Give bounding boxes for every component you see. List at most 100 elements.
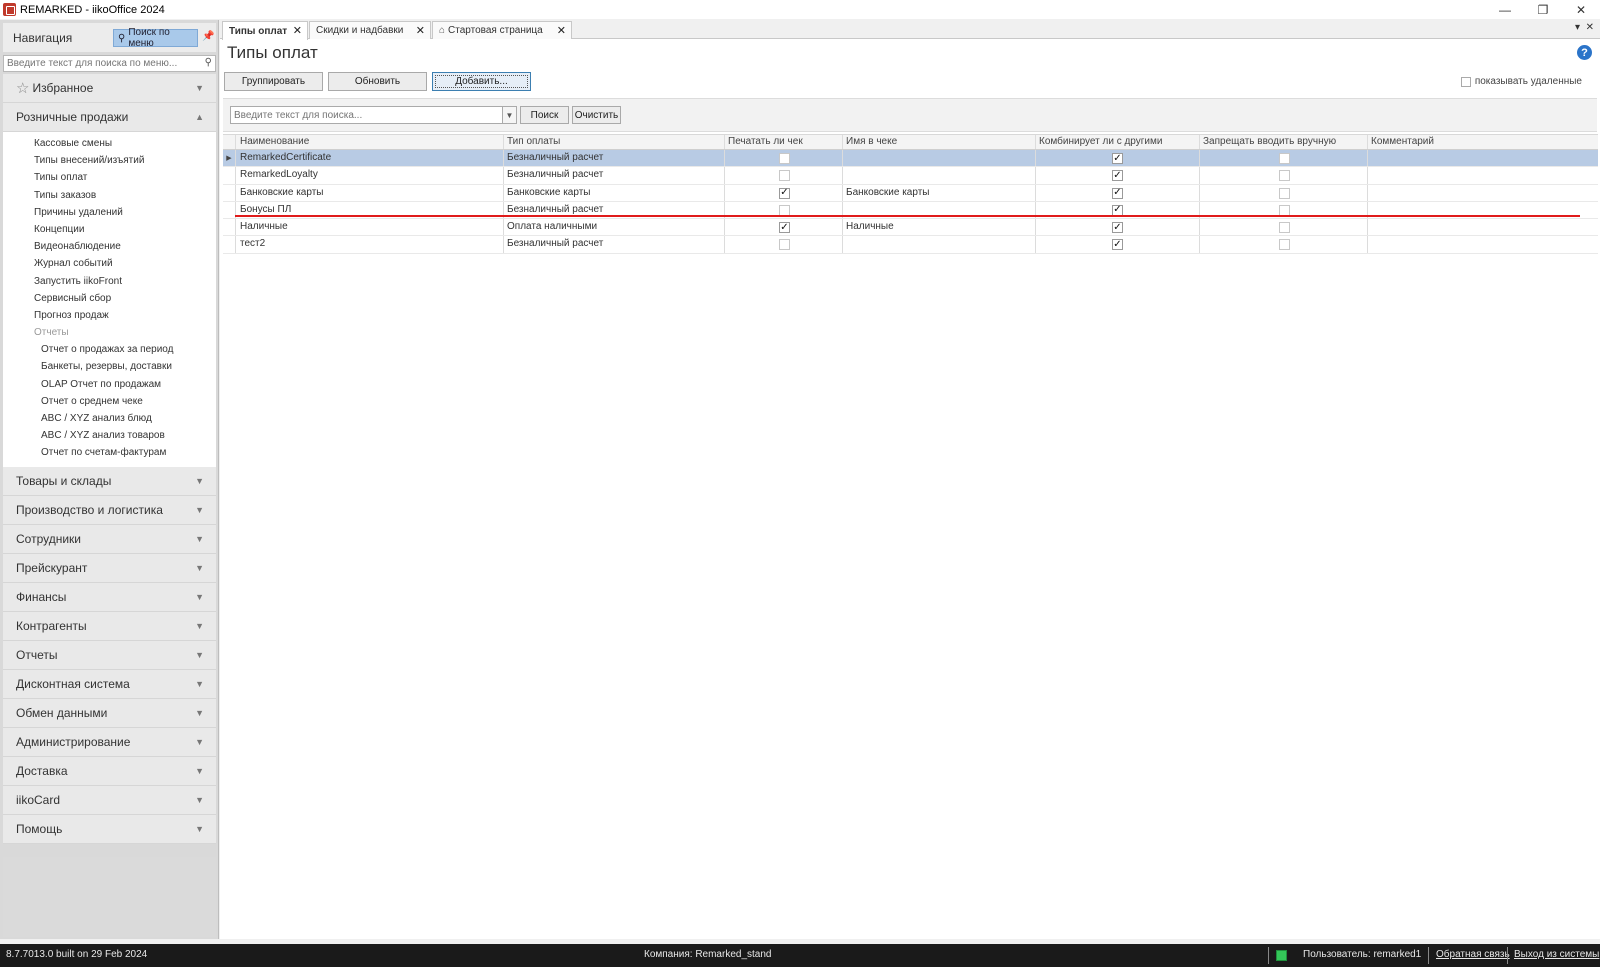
cell-comment[interactable] xyxy=(1368,185,1597,201)
cell-receipt-name[interactable]: Наличные xyxy=(843,219,1036,236)
checkbox-checked[interactable]: ✓ xyxy=(1112,170,1123,182)
checkbox-checked[interactable]: ✓ xyxy=(1112,153,1123,164)
checkbox-unchecked[interactable] xyxy=(779,170,790,182)
cell-name[interactable]: Банковские карты xyxy=(237,184,504,201)
cell-print[interactable] xyxy=(725,236,843,253)
cell-forbid-manual[interactable] xyxy=(1200,184,1368,201)
cell-combine[interactable]: ✓ xyxy=(1036,184,1200,201)
section-collapsed[interactable]: Контрагенты ▼ xyxy=(3,611,216,641)
cell-combine[interactable]: ✓ xyxy=(1036,236,1200,253)
pin-icon[interactable]: 📌 xyxy=(202,31,214,42)
help-icon[interactable]: ? xyxy=(1577,45,1592,60)
checkbox-checked[interactable]: ✓ xyxy=(779,222,790,234)
checkbox-checked[interactable]: ✓ xyxy=(1112,222,1123,234)
nav-item[interactable]: Прогноз продаж xyxy=(3,307,216,324)
nav-item[interactable]: Типы заказов xyxy=(3,187,216,204)
cell-forbid-manual[interactable] xyxy=(1200,219,1368,236)
restore-button[interactable]: ❐ xyxy=(1524,0,1562,19)
table-row[interactable]: Наличные Оплата наличными ✓ Наличные ✓ xyxy=(223,219,1598,237)
column-header-type[interactable]: Тип оплаты xyxy=(504,135,725,149)
nav-search-input[interactable] xyxy=(4,58,194,69)
nav-item[interactable]: ABC / XYZ анализ блюд xyxy=(3,410,216,427)
column-header-combine[interactable]: Комбинирует ли с другими xyxy=(1036,135,1200,149)
nav-item[interactable]: Видеонаблюдение xyxy=(3,238,216,255)
cell-print[interactable]: ✓ xyxy=(725,219,843,236)
checkbox-unchecked[interactable] xyxy=(1279,170,1290,182)
tab-list-dropdown-icon[interactable]: ▾ xyxy=(1575,22,1580,33)
cell-print[interactable] xyxy=(725,150,843,167)
nav-item[interactable]: Отчет по счетам-фактурам xyxy=(3,444,216,461)
nav-item[interactable]: Сервисный сбор xyxy=(3,290,216,307)
feedback-link[interactable]: Обратная связь xyxy=(1436,949,1510,960)
checkbox-checked[interactable]: ✓ xyxy=(1112,187,1123,199)
cell-comment[interactable] xyxy=(1368,167,1597,183)
cell-type[interactable]: Безналичный расчет xyxy=(504,236,725,253)
table-row[interactable]: RemarkedLoyalty Безналичный расчет ✓ xyxy=(223,167,1598,185)
minimize-button[interactable]: — xyxy=(1486,0,1524,19)
tab-start-page[interactable]: ⌂ Стартовая страница ✕ xyxy=(432,21,572,39)
nav-item[interactable]: Типы внесений/изъятий xyxy=(3,152,216,169)
section-collapsed[interactable]: Отчеты ▼ xyxy=(3,640,216,670)
cell-print[interactable] xyxy=(725,167,843,184)
checkbox-unchecked[interactable] xyxy=(1279,239,1290,251)
clear-button[interactable]: Очистить xyxy=(572,106,621,124)
chevron-down-icon[interactable]: ▼ xyxy=(502,107,516,123)
close-window-button[interactable]: ✕ xyxy=(1562,0,1600,19)
cell-comment[interactable] xyxy=(1368,219,1597,235)
nav-item[interactable]: Концепции xyxy=(3,221,216,238)
tab-discounts[interactable]: Скидки и надбавки ✕ xyxy=(309,21,431,39)
table-row[interactable]: тест2 Безналичный расчет ✓ xyxy=(223,236,1598,254)
checkbox-checked[interactable]: ✓ xyxy=(779,187,790,199)
cell-type[interactable]: Безналичный расчет xyxy=(504,150,725,167)
search-menu-button[interactable]: ⚲ Поиск по меню xyxy=(113,27,198,49)
cell-forbid-manual[interactable] xyxy=(1200,236,1368,253)
close-icon[interactable]: ✕ xyxy=(293,24,302,37)
cell-combine[interactable]: ✓ xyxy=(1036,167,1200,184)
column-header-name[interactable]: Наименование xyxy=(237,135,504,149)
checkbox-checked[interactable]: ✓ xyxy=(1112,239,1123,251)
cell-receipt-name[interactable]: Банковские карты xyxy=(843,184,1036,201)
cell-combine[interactable]: ✓ xyxy=(1036,219,1200,236)
cell-forbid-manual[interactable] xyxy=(1200,167,1368,184)
nav-item[interactable]: Отчет о среднем чеке xyxy=(3,393,216,410)
nav-item[interactable]: Запустить iikoFront xyxy=(3,273,216,290)
section-collapsed[interactable]: Финансы ▼ xyxy=(3,582,216,612)
cell-type[interactable]: Банковские карты xyxy=(504,184,725,201)
cell-receipt-name[interactable] xyxy=(843,236,1036,253)
cell-print[interactable]: ✓ xyxy=(725,184,843,201)
column-header-forbid-manual[interactable]: Запрещать вводить вручную xyxy=(1200,135,1368,149)
cell-combine[interactable]: ✓ xyxy=(1036,150,1200,167)
cell-name[interactable]: RemarkedLoyalty xyxy=(237,167,504,184)
nav-item[interactable]: Кассовые смены xyxy=(3,135,216,152)
checkbox-unchecked[interactable] xyxy=(779,239,790,251)
cell-type[interactable]: Безналичный расчет xyxy=(504,167,725,184)
nav-item[interactable]: Типы оплат xyxy=(3,169,216,186)
table-row[interactable]: ▶ RemarkedCertificate Безналичный расчет ✓ xyxy=(223,150,1598,168)
column-header-comment[interactable]: Комментарий xyxy=(1368,135,1597,149)
checkbox-unchecked[interactable] xyxy=(1279,222,1290,234)
tab-payment-types[interactable]: Типы оплат ✕ xyxy=(222,21,308,40)
section-collapsed[interactable]: Товары и склады ▼ xyxy=(3,466,216,496)
logout-link[interactable]: Выход из системы xyxy=(1514,949,1599,960)
cell-receipt-name[interactable] xyxy=(843,167,1036,184)
add-button[interactable]: Добавить... xyxy=(432,72,531,91)
show-deleted-toggle[interactable]: показывать удаленные xyxy=(1460,76,1582,87)
cell-comment[interactable] xyxy=(1368,150,1597,166)
section-favorites[interactable]: ☆ Избранное ▼ xyxy=(3,74,216,103)
section-retail[interactable]: Розничные продажи ▲ xyxy=(3,103,216,132)
show-deleted-checkbox[interactable] xyxy=(1460,76,1471,87)
group-button[interactable]: Группировать xyxy=(224,72,323,91)
cell-forbid-manual[interactable] xyxy=(1200,150,1368,167)
cell-comment[interactable] xyxy=(1368,236,1597,252)
cell-receipt-name[interactable] xyxy=(843,150,1036,167)
column-header-print[interactable]: Печатать ли чек xyxy=(725,135,843,149)
close-icon[interactable]: ✕ xyxy=(557,24,566,37)
checkbox-unchecked[interactable] xyxy=(1279,187,1290,199)
nav-item[interactable]: ABC / XYZ анализ товаров xyxy=(3,427,216,444)
nav-item[interactable]: Банкеты, резервы, доставки xyxy=(3,358,216,375)
section-collapsed[interactable]: Помощь ▼ xyxy=(3,814,216,844)
cell-name[interactable]: тест2 xyxy=(237,236,504,253)
cell-name[interactable]: RemarkedCertificate xyxy=(237,150,504,167)
section-collapsed[interactable]: Сотрудники ▼ xyxy=(3,524,216,554)
section-collapsed[interactable]: Доставка ▼ xyxy=(3,756,216,786)
